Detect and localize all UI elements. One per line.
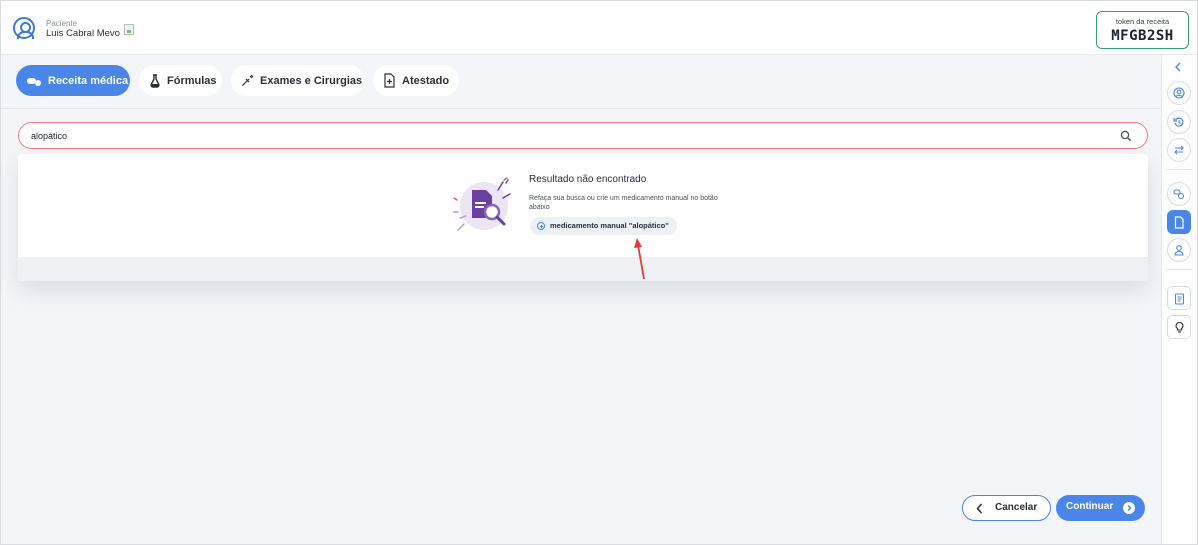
rail-swap-button[interactable] xyxy=(1167,138,1191,162)
flask-icon xyxy=(150,73,160,88)
token-code: MFGB2SH xyxy=(1111,28,1174,44)
pills-icon xyxy=(27,77,41,86)
header: Paciente Luis Cabral Mevo token da recei… xyxy=(1,1,1197,55)
history-icon xyxy=(1173,117,1184,127)
add-manual-medication-button[interactable]: medicamento manual "alopático" xyxy=(530,217,677,235)
token-label: token da receita xyxy=(1115,17,1170,26)
rail-clipboard-button[interactable] xyxy=(1167,286,1191,310)
search-input[interactable] xyxy=(31,128,1031,144)
lightbulb-icon xyxy=(1175,321,1183,333)
rail-divider xyxy=(1166,269,1192,270)
manual-medication-label: medicamento manual "alopático" xyxy=(550,221,669,230)
cancel-button[interactable]: Cancelar xyxy=(962,495,1051,521)
tab-label: Exames e Cirurgias xyxy=(260,74,363,87)
cancel-label: Cancelar xyxy=(995,502,1038,513)
doctor-icon xyxy=(1174,245,1184,256)
annotation-arrow-icon xyxy=(634,238,645,280)
search-box xyxy=(18,122,1148,149)
continue-button[interactable]: Continuar xyxy=(1056,495,1145,521)
search-icon[interactable] xyxy=(1120,130,1132,142)
rail-patient-button[interactable] xyxy=(1167,81,1191,105)
rail-doctor-button[interactable] xyxy=(1167,238,1191,262)
right-sidebar xyxy=(1161,55,1197,544)
arrow-right-circle-icon xyxy=(1123,502,1135,514)
medications-icon xyxy=(1173,189,1185,200)
tab-exames-cirurgias[interactable]: Exames e Cirurgias xyxy=(231,65,364,96)
patient-name: Luis Cabral Mevo xyxy=(46,28,120,39)
rail-medications-button[interactable] xyxy=(1167,182,1191,206)
syringe-icon xyxy=(242,74,254,86)
rail-history-button[interactable] xyxy=(1167,110,1191,134)
tab-label: Receita médica xyxy=(48,74,129,87)
tab-receita-medica[interactable]: Receita médica xyxy=(16,65,130,96)
rail-divider xyxy=(1166,169,1192,170)
app-window: Paciente Luis Cabral Mevo token da recei… xyxy=(0,0,1198,545)
collapse-chevron-icon[interactable] xyxy=(1174,62,1182,72)
swap-icon xyxy=(1174,145,1184,155)
not-found-title: Resultado não encontrado xyxy=(529,174,647,185)
search-results-dropdown: Resultado não encontrado Refaça sua busc… xyxy=(18,154,1148,281)
token-box: token da receita MFGB2SH xyxy=(1096,11,1189,49)
not-found-description: Refaça sua busca ou crie um medicamento … xyxy=(529,195,718,211)
not-found-illustration-icon xyxy=(453,177,511,231)
tab-label: Fórmulas xyxy=(167,74,217,87)
patient-avatar-icon xyxy=(13,17,35,39)
tab-atestado[interactable]: Atestado xyxy=(373,65,459,96)
tab-formulas[interactable]: Fórmulas xyxy=(139,65,222,96)
tabs-divider xyxy=(1,108,1161,109)
results-footer xyxy=(18,257,1148,281)
broken-image-icon xyxy=(124,24,134,35)
rail-tips-button[interactable] xyxy=(1167,315,1191,339)
chevron-left-icon xyxy=(976,503,983,514)
continue-label: Continuar xyxy=(1066,501,1114,512)
document-plus-icon xyxy=(384,73,395,88)
tab-label: Atestado xyxy=(402,74,450,87)
clipboard-icon xyxy=(1174,292,1184,305)
patient-label: Paciente xyxy=(46,19,78,28)
rail-document-button[interactable] xyxy=(1167,210,1191,234)
document-icon xyxy=(1174,215,1184,229)
patient-icon xyxy=(1173,87,1185,99)
plus-circle-icon xyxy=(537,222,545,230)
